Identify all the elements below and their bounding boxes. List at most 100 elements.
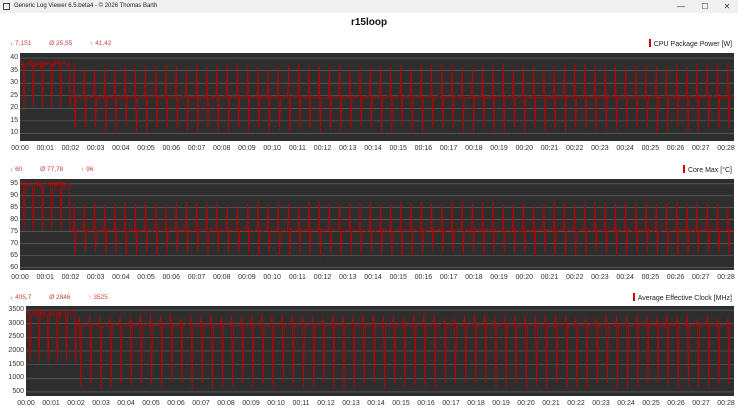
y-tick-label: 3500 xyxy=(8,306,24,314)
x-tick-label: 00:16 xyxy=(417,400,435,407)
stat-avg: Ø 77,78 xyxy=(40,166,64,173)
x-tick-label: 00:13 xyxy=(342,400,360,407)
x-tick-label: 00:19 xyxy=(490,274,508,281)
x-tick-label: 00:22 xyxy=(567,400,585,407)
x-tick-label: 00:13 xyxy=(339,274,357,281)
x-tick-label: 00:14 xyxy=(367,400,385,407)
series-swatch xyxy=(632,293,635,301)
x-tick-label: 00:10 xyxy=(263,145,281,152)
x-tick-label: 00:25 xyxy=(641,145,660,152)
x-tick-label: 00:17 xyxy=(442,400,460,407)
x-tick-label: 00:23 xyxy=(592,400,610,407)
x-tick-label: 00:27 xyxy=(692,145,710,152)
series-label[interactable]: CPU Package Power [W] xyxy=(648,39,732,48)
x-tick-label: 00:21 xyxy=(542,400,560,407)
x-tick-label: 00:00 xyxy=(11,274,29,281)
x-tick-label: 00:24 xyxy=(617,400,635,407)
series-line xyxy=(26,308,734,390)
y-tick-label: 1500 xyxy=(8,360,24,368)
x-tick-label: 00:24 xyxy=(616,145,634,152)
x-tick-label: 00:09 xyxy=(242,400,260,407)
x-tick-label: 00:02 xyxy=(61,274,80,281)
stat-max: ↑ 41,42 xyxy=(90,40,112,47)
x-tick-label: 00:04 xyxy=(112,145,130,152)
y-tick-label: 1000 xyxy=(8,374,24,382)
x-tick-label: 00:01 xyxy=(36,145,54,152)
y-tick-label: 80 xyxy=(10,215,18,223)
x-tick-label: 00:19 xyxy=(490,145,508,152)
y-tick-label: 3000 xyxy=(8,319,24,327)
stats-row: ↓ 405,7 Ø 2846 ↑ 3525 xyxy=(10,294,124,301)
series-label[interactable]: Average Effective Clock [MHz] xyxy=(632,293,732,302)
y-tick-label: 75 xyxy=(10,227,18,235)
x-tick-label: 00:11 xyxy=(288,274,306,281)
x-tick-label: 00:02 xyxy=(67,400,85,407)
chart-svg xyxy=(20,180,734,268)
close-button[interactable]: ✕ xyxy=(716,0,738,13)
chart-svg xyxy=(26,308,734,393)
minimize-button[interactable]: — xyxy=(670,0,692,13)
x-tick-label: 00:07 xyxy=(187,274,206,281)
stats-row: ↓ 7,151 Ø 25,55 ↑ 41,42 xyxy=(10,40,127,47)
x-tick-label: 00:23 xyxy=(591,274,609,281)
x-tick-label: 00:12 xyxy=(313,145,332,152)
y-tick-label: 65 xyxy=(10,251,18,259)
x-tick-label: 00:18 xyxy=(467,400,485,407)
x-tick-label: 00:15 xyxy=(392,400,410,407)
x-tick-label: 00:09 xyxy=(238,145,256,152)
series-label[interactable]: Core Max [°C] xyxy=(682,165,732,174)
y-tick-label: 35 xyxy=(10,66,18,74)
stats-row: ↓ 60 Ø 77,78 ↑ 96 xyxy=(10,166,109,173)
x-tick-label: 00:28 xyxy=(717,145,735,152)
stat-max: ↑ 3525 xyxy=(88,294,108,301)
y-tick-label: 2000 xyxy=(8,347,24,354)
plot-area-core-max[interactable] xyxy=(20,179,734,270)
x-tick-label: 00:08 xyxy=(217,400,235,407)
x-tick-label: 00:03 xyxy=(92,400,110,407)
x-tick-label: 00:28 xyxy=(717,274,735,281)
x-tick-label: 00:17 xyxy=(439,145,458,152)
plot-area-cpu-power[interactable] xyxy=(20,53,734,141)
y-tick-label: 500 xyxy=(12,387,24,395)
x-tick-label: 00:13 xyxy=(339,145,357,152)
y-tick-label: 2500 xyxy=(8,333,24,341)
y-tick-label: 25 xyxy=(10,91,18,99)
x-tick-label: 00:06 xyxy=(162,274,181,281)
maximize-button[interactable]: ☐ xyxy=(694,0,716,13)
x-tick-label: 00:24 xyxy=(616,274,634,281)
x-tick-label: 00:11 xyxy=(288,145,306,152)
x-tick-label: 00:03 xyxy=(86,145,105,152)
x-tick-label: 00:28 xyxy=(717,400,735,407)
x-tick-label: 00:16 xyxy=(414,274,433,281)
x-tick-label: 00:25 xyxy=(641,274,660,281)
x-tick-label: 00:18 xyxy=(465,274,483,281)
x-tick-label: 00:12 xyxy=(317,400,335,407)
stat-avg: Ø 2846 xyxy=(49,294,71,301)
series-swatch xyxy=(648,39,651,47)
x-tick-label: 00:20 xyxy=(515,274,534,281)
x-tick-label: 00:08 xyxy=(212,145,231,152)
x-tick-label: 00:03 xyxy=(86,274,105,281)
x-tick-label: 00:04 xyxy=(117,400,135,407)
stat-min: ↓ 405,7 xyxy=(10,294,32,301)
x-tick-label: 00:07 xyxy=(192,400,210,407)
plot-area-effective-clock[interactable] xyxy=(26,306,734,396)
x-tick-label: 00:01 xyxy=(36,274,54,281)
document-title: r15loop xyxy=(350,17,388,28)
x-tick-label: 00:26 xyxy=(666,145,685,152)
x-tick-label: 00:02 xyxy=(61,145,80,152)
stat-min: ↓ 60 xyxy=(10,166,23,173)
x-tick-label: 00:12 xyxy=(313,274,332,281)
x-tick-label: 00:18 xyxy=(465,145,483,152)
x-tick-label: 00:27 xyxy=(692,400,710,407)
x-tick-label: 00:27 xyxy=(692,274,710,281)
x-tick-label: 00:16 xyxy=(414,145,433,152)
x-tick-label: 00:00 xyxy=(11,145,29,152)
x-tick-label: 00:19 xyxy=(492,400,510,407)
y-tick-label: 90 xyxy=(10,191,18,199)
x-tick-label: 00:14 xyxy=(364,274,382,281)
x-tick-label: 00:06 xyxy=(162,145,181,152)
y-tick-label: 70 xyxy=(10,239,18,247)
x-tick-label: 00:06 xyxy=(167,400,185,407)
x-tick-label: 00:26 xyxy=(666,274,685,281)
